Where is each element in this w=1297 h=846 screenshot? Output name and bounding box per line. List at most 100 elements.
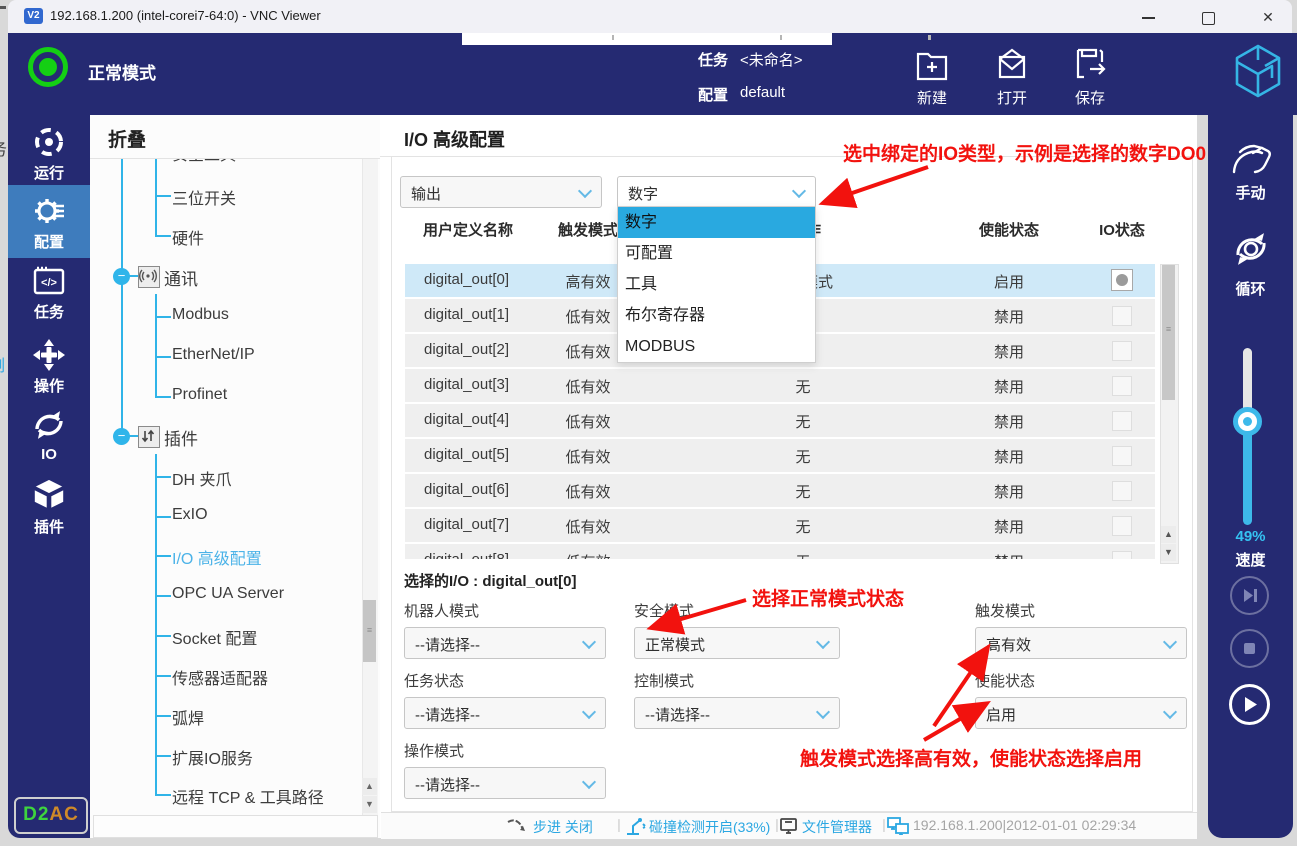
step-icon: [506, 818, 528, 835]
tree-item-8[interactable]: DH 夹爪: [172, 466, 232, 490]
tree-item-9[interactable]: ExIO: [172, 506, 208, 524]
step-status[interactable]: 步进 关闭: [533, 817, 593, 837]
speed-value: 49%: [1208, 528, 1293, 545]
form-select-2[interactable]: 高有效: [975, 627, 1187, 659]
cycle-icon: [1229, 226, 1273, 272]
form-label-0: 机器人模式: [404, 600, 479, 621]
open-button[interactable]: 打开: [982, 45, 1042, 108]
tree-connector: [129, 435, 138, 437]
tree-scroll-down-icon[interactable]: ▼: [362, 796, 377, 813]
titlebar[interactable]: V2 192.168.1.200 (intel-corei7-64:0) - V…: [8, 0, 1292, 33]
stop-icon: [1232, 631, 1267, 666]
io-state-radio[interactable]: [1111, 269, 1133, 291]
tree-node-7[interactable]: 插件: [164, 425, 198, 450]
open-file-icon: [982, 45, 1042, 85]
tree-item-15[interactable]: 扩展IO服务: [172, 745, 253, 769]
speed-slider-handle[interactable]: [1233, 407, 1262, 436]
tree-item-13[interactable]: 传感器适配器: [172, 665, 268, 689]
io-direction-select[interactable]: 输出: [400, 176, 602, 208]
manual-mode-button[interactable]: 手动: [1208, 138, 1293, 202]
form-select-4[interactable]: --请选择--: [634, 697, 840, 729]
table-row[interactable]: digital_out[3]低有效无禁用: [405, 369, 1155, 402]
tree-item-10[interactable]: I/O 高级配置: [172, 545, 262, 569]
collision-status[interactable]: 碰撞检测开启(33%): [649, 817, 770, 837]
cell-enable: 禁用: [994, 306, 1024, 327]
tree-connector: [155, 396, 171, 398]
form-select-0[interactable]: --请选择--: [404, 627, 606, 659]
new-button[interactable]: 新建: [902, 45, 962, 108]
dropdown-option-MODBUS[interactable]: MODBUS: [618, 331, 815, 362]
stop-button[interactable]: [1230, 629, 1269, 668]
sidebar-item-plugin[interactable]: 插件: [8, 474, 90, 536]
table-row[interactable]: digital_out[7]低有效无禁用: [405, 509, 1155, 542]
dropdown-option-数字[interactable]: 数字: [618, 207, 815, 238]
tree-item-16[interactable]: 远程 TCP & 工具路径: [172, 784, 324, 808]
io-state-checkbox[interactable]: [1112, 551, 1132, 559]
dropdown-option-工具[interactable]: 工具: [618, 269, 815, 300]
tree-item-12[interactable]: Socket 配置: [172, 625, 257, 649]
sidebar-item-config[interactable]: 配置: [8, 191, 90, 251]
save-button[interactable]: 保存: [1060, 45, 1120, 108]
table-row[interactable]: digital_out[4]低有效无禁用: [405, 404, 1155, 437]
sidebar-item-run[interactable]: 运行: [8, 122, 90, 182]
save-icon: [1060, 45, 1120, 85]
cell-name: digital_out[0]: [424, 271, 509, 288]
tree-collapse-toggle[interactable]: −: [113, 428, 130, 445]
io-state-checkbox[interactable]: [1112, 411, 1132, 431]
form-select-6[interactable]: --请选择--: [404, 767, 606, 799]
io-state-checkbox[interactable]: [1112, 341, 1132, 361]
tree-node-3[interactable]: 通讯: [164, 265, 198, 290]
io-type-select[interactable]: 数字: [617, 176, 816, 208]
sidebar-item-operate[interactable]: 操作: [8, 335, 90, 395]
close-button[interactable]: ✕: [1253, 9, 1283, 25]
table-scrollbar-thumb[interactable]: ≡: [1162, 265, 1175, 400]
table-row[interactable]: digital_out[8]低有效无禁用: [405, 544, 1155, 559]
tree-scrollbar-thumb[interactable]: ≡: [363, 600, 376, 662]
form-select-1[interactable]: 正常模式: [634, 627, 840, 659]
play-icon: [1232, 687, 1267, 722]
vnc-toolbar-notch[interactable]: [462, 33, 832, 45]
tree-scrollbar[interactable]: [362, 158, 378, 815]
minimize-button[interactable]: [1133, 9, 1163, 25]
tree-item-14[interactable]: 弧焊: [172, 705, 204, 729]
tree-collapse-toggle[interactable]: −: [113, 268, 130, 285]
tree-item-5[interactable]: EtherNet/IP: [172, 346, 255, 364]
sidebar-item-io[interactable]: IO: [8, 404, 90, 466]
form-label-5: 使能状态: [975, 670, 1035, 691]
tree-item-2[interactable]: 硬件: [172, 225, 204, 249]
chevron-down-icon: [582, 635, 596, 649]
table-row[interactable]: digital_out[6]低有效无禁用: [405, 474, 1155, 507]
io-state-checkbox[interactable]: [1112, 516, 1132, 536]
table-scrollbar[interactable]: ≡ ▲ ▼: [1160, 264, 1179, 564]
tree-scroll-up-icon[interactable]: ▲: [362, 778, 377, 795]
cell-name: digital_out[8]: [424, 551, 509, 559]
table-row[interactable]: digital_out[5]低有效无禁用: [405, 439, 1155, 472]
form-select-3[interactable]: --请选择--: [404, 697, 606, 729]
dropdown-option-布尔寄存器[interactable]: 布尔寄存器: [618, 300, 815, 331]
tree-item-1[interactable]: 三位开关: [172, 185, 236, 209]
form-select-5[interactable]: 启用: [975, 697, 1187, 729]
sidebar-item-task[interactable]: </> 任务: [8, 263, 90, 321]
form-label-2: 触发模式: [975, 600, 1035, 621]
io-state-checkbox[interactable]: [1112, 481, 1132, 501]
play-button[interactable]: [1229, 684, 1270, 725]
table-scroll-up-icon[interactable]: ▲: [1161, 526, 1176, 543]
cycle-mode-button[interactable]: 循环: [1208, 226, 1293, 298]
tree-item-4[interactable]: Modbus: [172, 306, 229, 324]
dropdown-option-可配置[interactable]: 可配置: [618, 238, 815, 269]
table-scroll-down-icon[interactable]: ▼: [1161, 544, 1176, 561]
tree-item-11[interactable]: OPC UA Server: [172, 585, 284, 603]
cell-trigger: 低有效: [565, 341, 610, 362]
maximize-button[interactable]: [1193, 9, 1223, 25]
cell-trigger: 低有效: [565, 306, 610, 327]
io-state-checkbox[interactable]: [1112, 446, 1132, 466]
cell-enable: 禁用: [994, 341, 1024, 362]
move-arrows-icon: [31, 337, 67, 373]
io-state-checkbox[interactable]: [1112, 376, 1132, 396]
tree-collapse-button[interactable]: 折叠: [108, 125, 146, 152]
step-forward-button[interactable]: [1230, 576, 1269, 615]
io-state-checkbox[interactable]: [1112, 306, 1132, 326]
form-label-6: 操作模式: [404, 740, 464, 761]
file-manager-link[interactable]: 文件管理器: [802, 817, 872, 837]
tree-item-6[interactable]: Profinet: [172, 386, 227, 404]
